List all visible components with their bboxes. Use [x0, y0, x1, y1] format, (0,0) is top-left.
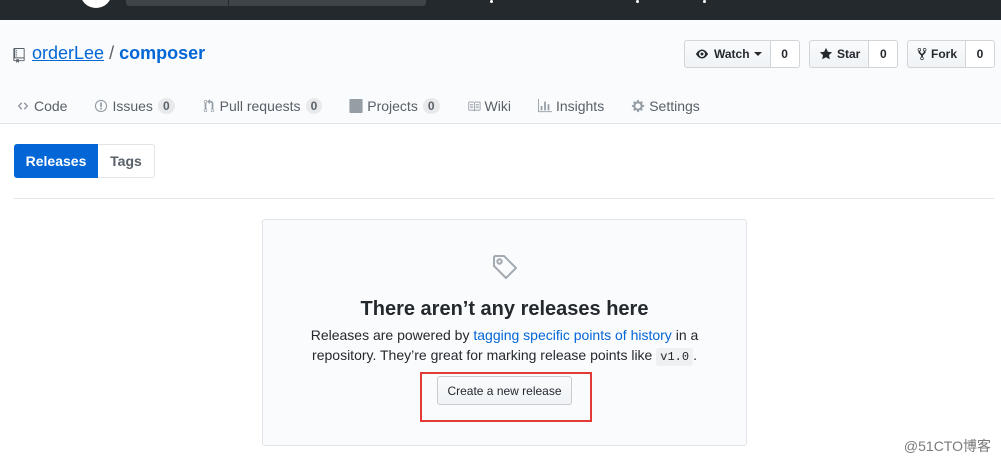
book-icon: [467, 99, 481, 113]
star-button[interactable]: Star: [809, 40, 870, 68]
github-logo-icon[interactable]: [80, 0, 112, 8]
blankslate-description-line1: Releases are powered by tagging specific…: [263, 327, 746, 343]
watch-count[interactable]: 0: [770, 40, 800, 68]
issue-icon: [94, 99, 108, 113]
star-label: Star: [837, 47, 861, 61]
gear-icon: [631, 99, 645, 113]
search-divider: [228, 0, 229, 6]
divider: [14, 198, 994, 199]
repo-icon: [13, 47, 25, 63]
tab-code-label: Code: [34, 98, 68, 114]
fork-button[interactable]: Fork: [907, 40, 967, 68]
releases-tab-button[interactable]: Releases: [14, 144, 98, 178]
search-input[interactable]: [126, 0, 426, 6]
header-dot: [636, 0, 639, 3]
description-text: in a: [671, 327, 699, 343]
repo-title: orderLee / composer: [13, 43, 205, 64]
releases-subnav: Releases Tags: [14, 144, 155, 178]
repo-name-link[interactable]: composer: [119, 43, 205, 64]
tab-code[interactable]: Code: [16, 98, 67, 114]
fork-count[interactable]: 0: [966, 40, 996, 68]
tab-issues-label: Issues: [112, 98, 153, 114]
tab-projects[interactable]: Projects 0: [349, 98, 440, 114]
watch-group: Watch 0: [684, 40, 800, 68]
code-icon: [16, 99, 30, 113]
tab-projects-label: Projects: [367, 98, 418, 114]
star-group: Star 0: [809, 40, 899, 68]
star-icon: [819, 47, 833, 60]
blankslate-title: There aren’t any releases here: [360, 298, 649, 320]
pull-request-icon: [202, 99, 216, 113]
watch-button[interactable]: Watch: [684, 40, 771, 68]
tag-icon: [491, 253, 519, 284]
projects-count: 0: [422, 98, 440, 114]
description-text: Releases are powered by: [310, 327, 474, 343]
tab-wiki[interactable]: Wiki: [467, 98, 511, 114]
description-text: repository. They’re great for marking re…: [312, 347, 657, 363]
annotation-highlight-box: [420, 372, 592, 422]
fork-label: Fork: [931, 47, 958, 61]
tags-tab-button[interactable]: Tags: [98, 144, 155, 178]
repo-path-separator: /: [109, 43, 115, 63]
tagging-help-link[interactable]: tagging specific points of history: [473, 327, 671, 343]
tab-pull-requests-label: Pull requests: [219, 98, 301, 114]
repo-header: orderLee / composer Watch 0 Star 0 Fork …: [0, 20, 1001, 124]
version-example-code: v1.0: [656, 348, 694, 366]
project-icon: [349, 99, 363, 113]
fork-group: Fork 0: [907, 40, 996, 68]
issues-count: 0: [157, 98, 175, 114]
tab-wiki-label: Wiki: [484, 98, 511, 114]
star-count[interactable]: 0: [869, 40, 899, 68]
tab-settings-label: Settings: [649, 98, 700, 114]
eye-icon: [696, 49, 708, 59]
pull-requests-count: 0: [305, 98, 323, 114]
fork-icon: [917, 47, 927, 61]
header-dot: [490, 0, 493, 3]
description-text: .: [693, 347, 697, 363]
watch-label: Watch: [714, 47, 750, 61]
tab-insights-label: Insights: [555, 98, 605, 114]
watermark: @51CTO博客: [903, 438, 991, 454]
graph-icon: [537, 99, 552, 113]
tab-settings[interactable]: Settings: [631, 98, 700, 114]
chevron-down-icon: [753, 52, 762, 56]
tab-issues[interactable]: Issues 0: [94, 98, 175, 114]
repo-owner-link[interactable]: orderLee: [32, 43, 104, 64]
tab-insights[interactable]: Insights: [537, 98, 605, 114]
blankslate-description-line2: repository. They’re great for marking re…: [263, 347, 746, 366]
header-dot: [703, 0, 706, 3]
repo-tabs: Code Issues 0 Pull requests 0 Projects 0…: [16, 96, 727, 116]
tab-pull-requests[interactable]: Pull requests 0: [202, 98, 323, 114]
global-header: [0, 0, 1001, 20]
